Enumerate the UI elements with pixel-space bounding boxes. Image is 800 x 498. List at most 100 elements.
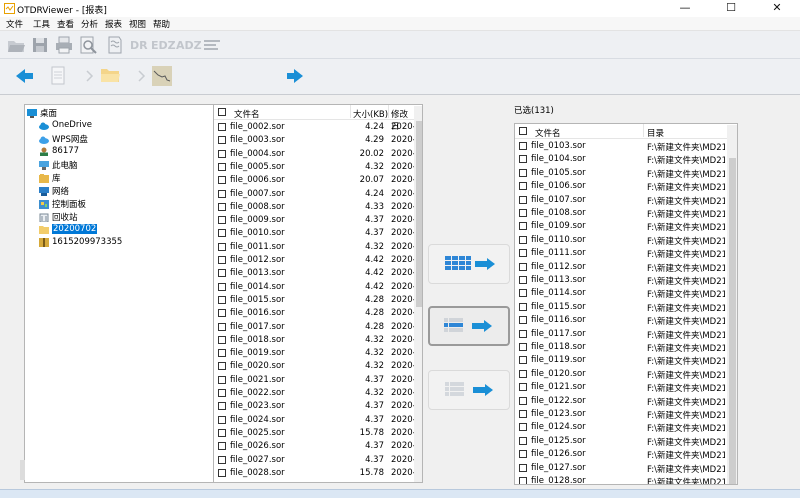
- selected-row[interactable]: file_0121.sor F:\新建文件夹\MD21录: [515, 381, 727, 394]
- selected-row[interactable]: file_0114.sor F:\新建文件夹\MD21录: [515, 287, 727, 300]
- tree-item-user[interactable]: 86177: [39, 146, 79, 159]
- selected-row[interactable]: file_0124.sor F:\新建文件夹\MD21录: [515, 421, 727, 434]
- col-header-directory[interactable]: 目录: [647, 127, 664, 139]
- selected-row[interactable]: file_0111.sor F:\新建文件夹\MD21录: [515, 247, 727, 260]
- row-checkbox[interactable]: [218, 375, 226, 384]
- file-row[interactable]: file_0022.sor 4.32 2020-: [214, 387, 416, 400]
- tree-item-wps-drive[interactable]: WPS网盘: [39, 133, 88, 146]
- col-header-filename[interactable]: 文件名: [234, 108, 260, 120]
- row-checkbox[interactable]: [218, 162, 226, 171]
- selected-row[interactable]: file_0113.sor F:\新建文件夹\MD21录: [515, 274, 727, 287]
- row-checkbox[interactable]: [519, 262, 527, 271]
- row-checkbox[interactable]: [519, 155, 527, 164]
- row-checkbox[interactable]: [218, 189, 226, 198]
- row-checkbox[interactable]: [519, 329, 527, 338]
- row-checkbox[interactable]: [519, 343, 527, 351]
- row-checkbox[interactable]: [519, 383, 527, 392]
- row-checkbox[interactable]: [519, 276, 527, 284]
- folder-icon[interactable]: [100, 66, 120, 84]
- file-row[interactable]: file_0015.sor 4.28 2020-: [214, 294, 416, 307]
- selected-row[interactable]: file_0128.sor F:\新建文件夹\MD21录: [515, 475, 727, 484]
- row-checkbox[interactable]: [519, 302, 527, 311]
- selected-row[interactable]: file_0112.sor F:\新建文件夹\MD21录: [515, 261, 727, 274]
- trace-graph-icon[interactable]: [152, 66, 172, 86]
- menu-report[interactable]: 报表: [105, 18, 122, 30]
- selected-row[interactable]: file_0106.sor F:\新建文件夹\MD21录: [515, 180, 727, 193]
- row-checkbox[interactable]: [218, 309, 226, 318]
- row-checkbox[interactable]: [218, 402, 226, 411]
- file-row[interactable]: file_0014.sor 4.42 2020-: [214, 281, 416, 294]
- menu-window[interactable]: 视图: [129, 18, 146, 30]
- selected-row[interactable]: file_0115.sor F:\新建文件夹\MD21录: [515, 301, 727, 314]
- row-checkbox[interactable]: [218, 362, 226, 371]
- selected-row[interactable]: file_0125.sor F:\新建文件夹\MD21录: [515, 435, 727, 448]
- file-row[interactable]: file_0028.sor 15.78 2020-: [214, 467, 416, 480]
- row-checkbox[interactable]: [218, 149, 226, 158]
- menu-tools[interactable]: 工具: [33, 18, 50, 30]
- row-checkbox[interactable]: [218, 216, 226, 225]
- report-sheet-icon[interactable]: [104, 35, 124, 55]
- file-row[interactable]: file_0002.sor 4.24 2020-: [214, 121, 416, 134]
- file-row[interactable]: file_0005.sor 4.32 2020-: [214, 161, 416, 174]
- add-selected-button[interactable]: [428, 306, 510, 346]
- close-button[interactable]: ✕: [754, 0, 800, 17]
- file-row[interactable]: file_0025.sor 15.78 2020-: [214, 427, 416, 440]
- selected-row[interactable]: file_0120.sor F:\新建文件夹\MD21录: [515, 368, 727, 381]
- row-checkbox[interactable]: [218, 176, 226, 185]
- save-icon[interactable]: [30, 35, 50, 55]
- document-icon[interactable]: [50, 66, 66, 86]
- tree-item-recycle-bin[interactable]: 回收站: [39, 211, 78, 224]
- file-row[interactable]: file_0012.sor 4.42 2020-: [214, 254, 416, 267]
- col-header-filename[interactable]: 文件名: [535, 127, 561, 139]
- row-checkbox[interactable]: [218, 242, 226, 251]
- row-checkbox[interactable]: [218, 349, 226, 358]
- file-row[interactable]: file_0003.sor 4.29 2020-: [214, 134, 416, 147]
- row-checkbox[interactable]: [218, 389, 226, 397]
- edz-button[interactable]: EDZ: [151, 39, 176, 52]
- file-row[interactable]: file_0008.sor 4.33 2020-: [214, 201, 416, 214]
- selected-row[interactable]: file_0107.sor F:\新建文件夹\MD21录: [515, 194, 727, 207]
- selected-row[interactable]: file_0122.sor F:\新建文件夹\MD21录: [515, 395, 727, 408]
- row-checkbox[interactable]: [519, 235, 527, 244]
- row-checkbox[interactable]: [218, 415, 226, 424]
- menu-help[interactable]: 帮助: [153, 18, 170, 30]
- row-checkbox[interactable]: [519, 356, 527, 365]
- row-checkbox[interactable]: [218, 229, 226, 238]
- selected-row[interactable]: file_0126.sor F:\新建文件夹\MD21录: [515, 448, 727, 461]
- selected-row[interactable]: file_0104.sor F:\新建文件夹\MD21录: [515, 153, 727, 166]
- row-checkbox[interactable]: [519, 450, 527, 459]
- row-checkbox[interactable]: [218, 136, 226, 145]
- adz-button[interactable]: ADZ: [176, 39, 202, 52]
- selected-row[interactable]: file_0117.sor F:\新建文件夹\MD21录: [515, 328, 727, 341]
- row-checkbox[interactable]: [519, 436, 527, 445]
- file-list-scroll-thumb[interactable]: [416, 121, 422, 307]
- tree-item-archive[interactable]: 1615209973355: [39, 237, 122, 250]
- print-icon[interactable]: [54, 35, 74, 55]
- selected-row[interactable]: file_0118.sor F:\新建文件夹\MD21录: [515, 341, 727, 354]
- selected-row[interactable]: file_0109.sor F:\新建文件夹\MD21录: [515, 220, 727, 233]
- file-row[interactable]: file_0009.sor 4.37 2020-: [214, 214, 416, 227]
- select-all-checkbox[interactable]: [519, 127, 527, 135]
- row-checkbox[interactable]: [519, 195, 527, 204]
- selected-list-scroll-thumb[interactable]: [729, 158, 736, 484]
- row-checkbox[interactable]: [519, 316, 527, 325]
- menu-view[interactable]: 查看: [57, 18, 74, 30]
- menu-analysis[interactable]: 分析: [81, 18, 98, 30]
- file-row[interactable]: file_0016.sor 4.28 2020-: [214, 307, 416, 320]
- row-checkbox[interactable]: [218, 295, 226, 304]
- print-preview-icon[interactable]: [78, 35, 98, 55]
- selected-row[interactable]: file_0119.sor F:\新建文件夹\MD21录: [515, 354, 727, 367]
- file-row[interactable]: file_0024.sor 4.37 2020-: [214, 414, 416, 427]
- tree-item-control-panel[interactable]: 控制面板: [39, 198, 86, 211]
- row-checkbox[interactable]: [218, 256, 226, 264]
- row-checkbox[interactable]: [218, 123, 226, 131]
- row-checkbox[interactable]: [519, 477, 527, 484]
- file-row[interactable]: file_0017.sor 4.28 2020-: [214, 321, 416, 334]
- tree-item-desktop[interactable]: 桌面: [27, 107, 57, 120]
- row-checkbox[interactable]: [519, 396, 527, 405]
- row-checkbox[interactable]: [519, 168, 527, 177]
- selected-row[interactable]: file_0105.sor F:\新建文件夹\MD21录: [515, 167, 727, 180]
- back-arrow-icon[interactable]: [16, 68, 34, 84]
- row-checkbox[interactable]: [218, 202, 226, 211]
- file-row[interactable]: file_0027.sor 4.37 2020-: [214, 454, 416, 467]
